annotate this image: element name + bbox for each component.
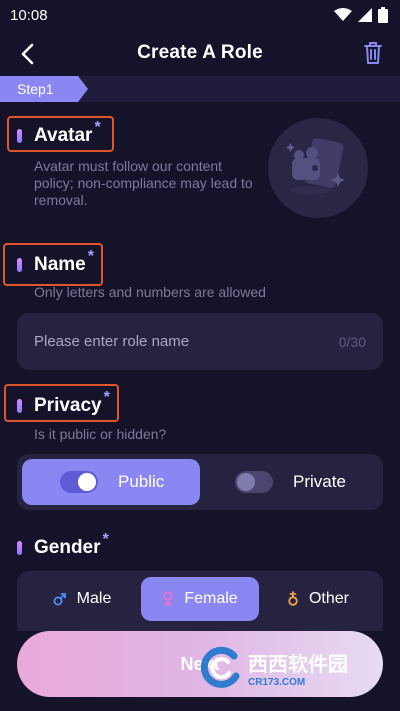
gender-label: Gender [34, 537, 101, 558]
name-section-label: Name * [17, 248, 94, 276]
section-marker [17, 258, 22, 272]
avatar-label: Avatar [34, 125, 93, 146]
required-mark: * [87, 248, 94, 265]
gender-option-other[interactable]: Other [259, 577, 377, 621]
name-helper-text: Only letters and numbers are allowed [34, 284, 266, 300]
battery-icon [378, 7, 388, 23]
status-bar: 10:08 [0, 0, 400, 30]
gender-selector: Male Female Other [17, 571, 383, 631]
public-toggle[interactable] [60, 471, 98, 493]
toggle-knob [237, 473, 255, 491]
name-label: Name [34, 254, 86, 275]
watermark: 西西软件园 CR173.COM [198, 644, 386, 692]
character-counter: 0/30 [338, 333, 366, 350]
privacy-option-public[interactable]: Public [22, 459, 200, 505]
required-mark: * [103, 389, 110, 406]
gender-option-female[interactable]: Female [141, 577, 259, 621]
role-name-field[interactable]: 0/30 [17, 313, 383, 370]
privacy-option-label: Public [118, 472, 165, 491]
privacy-option-label: Private [293, 472, 346, 491]
watermark-text-block: 西西软件园 CR173.COM [248, 648, 348, 688]
privacy-section-label: Privacy * [17, 389, 110, 417]
privacy-option-private[interactable]: Private [200, 459, 378, 505]
privacy-label: Privacy [34, 395, 102, 416]
role-name-input[interactable] [34, 333, 294, 350]
section-marker [17, 541, 22, 555]
watermark-logo-icon [200, 646, 240, 688]
other-gender-icon [288, 591, 298, 606]
female-icon [163, 591, 174, 607]
avatar-helper-text: Avatar must follow our content policy; n… [34, 158, 253, 208]
privacy-selector: Public Private [17, 454, 383, 510]
page-title: Create A Role [137, 42, 263, 63]
gender-option-label: Male [76, 590, 112, 607]
avatar-section-label: Avatar * [17, 119, 101, 147]
status-icons [334, 7, 388, 23]
required-mark: * [94, 119, 101, 136]
gender-option-label: Other [308, 590, 349, 607]
avatar-placeholder-icon [286, 138, 345, 194]
watermark-sub: CR173.COM [248, 677, 306, 688]
male-icon [53, 593, 66, 606]
trash-icon[interactable] [360, 40, 386, 66]
watermark-text: 西西软件园 [248, 652, 348, 676]
section-marker [17, 129, 22, 143]
gender-option-label: Female [184, 590, 238, 607]
gender-section-label: Gender * [17, 531, 109, 559]
wifi-icon [334, 8, 352, 21]
back-arrow-icon[interactable] [14, 40, 42, 68]
toggle-knob [78, 473, 96, 491]
gender-option-male[interactable]: Male [23, 577, 141, 621]
header: Create A Role [0, 30, 400, 76]
privacy-helper-text: Is it public or hidden? [34, 426, 167, 442]
avatar-upload-button[interactable] [268, 118, 368, 218]
status-time: 10:08 [10, 6, 48, 24]
signal-icon [358, 8, 372, 22]
private-toggle[interactable] [235, 471, 273, 493]
required-mark: * [102, 531, 109, 548]
section-marker [17, 399, 22, 413]
step-badge: Step1 [0, 76, 88, 102]
